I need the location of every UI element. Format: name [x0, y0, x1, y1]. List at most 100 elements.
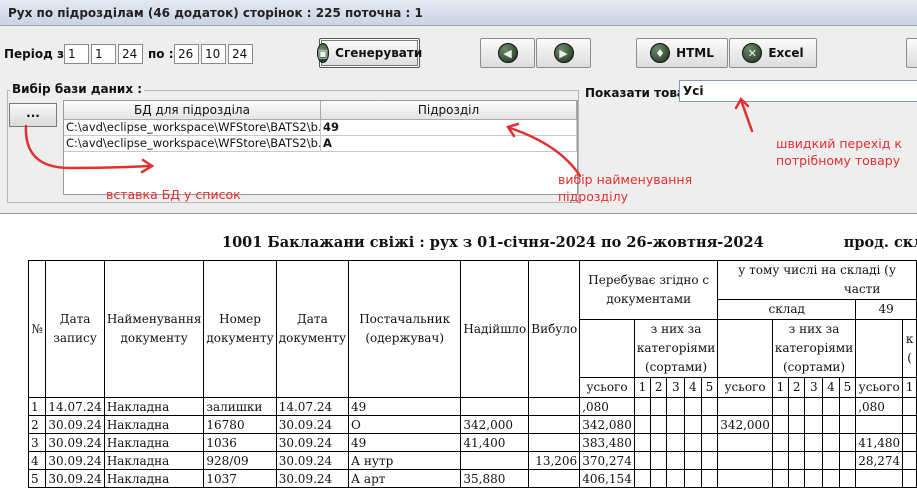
row-total: 370,274 — [579, 451, 635, 470]
report-table: № Дата запису Найменування документу Ном… — [27, 260, 917, 488]
db-table: БД для підрозділа Підрозділ C:\avd\eclip… — [63, 100, 578, 195]
row-d49-cat-1 — [902, 433, 917, 452]
header-parts-text: части — [843, 282, 881, 296]
row-out — [528, 397, 581, 416]
row-wh-cat-1 — [771, 451, 789, 470]
previous-page-button[interactable]: ◀ — [480, 38, 535, 68]
row-d49-total: 41,480 — [855, 433, 904, 452]
row-wh-total — [717, 469, 773, 488]
row-d49-cat-1 — [902, 397, 917, 416]
row-wh-cat-1 — [771, 397, 789, 416]
to-day-field[interactable]: 26 — [174, 44, 199, 64]
row-in — [460, 397, 530, 416]
product-filter-combo[interactable]: Усі — [679, 80, 917, 102]
annotation-select-name-line1: вибір найменування — [558, 172, 693, 187]
header-cat-4: 4 — [684, 377, 702, 398]
annotation-quick-jump-line2: потрібному товару — [776, 153, 901, 168]
row-supplier: О — [348, 415, 462, 434]
row-wh-total — [717, 397, 773, 416]
header-supplier: Постачальник (одержувач) — [348, 260, 462, 398]
row-supplier: 49 — [348, 397, 462, 416]
row-wh-total: 342,000 — [717, 415, 773, 434]
row-wh-cat-1 — [771, 415, 789, 434]
row-no: 5 — [27, 469, 47, 488]
header-by-docs: Перебуває згідно с документами — [579, 260, 719, 320]
row-total: ,080 — [579, 397, 635, 416]
db-row-2-dept[interactable]: А — [321, 136, 577, 152]
header-cat-2: 2 — [649, 377, 668, 398]
export-excel-label: Excel — [768, 46, 804, 60]
row-cat-1 — [633, 415, 651, 434]
to-month-field[interactable]: 10 — [201, 44, 226, 64]
row-doc-name: Накладна — [103, 433, 205, 452]
header-d49-total: усього — [855, 377, 904, 398]
row-supplier: А нутр — [348, 451, 462, 470]
header-d49-cat-open: ( — [907, 350, 912, 365]
header-total-blank — [579, 319, 635, 378]
row-cat-4 — [684, 433, 702, 452]
header-d49-cat-1: 1 — [902, 377, 917, 398]
row-wh-cat-2 — [787, 397, 806, 416]
from-month-field[interactable]: 1 — [91, 44, 116, 64]
row-wh-cat-2 — [787, 469, 806, 488]
row-date: 14.07.24 — [45, 397, 105, 416]
arrow-left-icon: ◀ — [497, 43, 518, 63]
row-wh-cat-5 — [838, 433, 857, 452]
header-doc-number: Номер документу — [203, 260, 277, 398]
arrow-to-combo — [739, 98, 754, 133]
row-cat-1 — [633, 451, 651, 470]
browse-db-button[interactable]: ... — [9, 103, 57, 127]
export-html-button[interactable]: ♦ HTML — [636, 38, 728, 68]
export-excel-button[interactable]: ✕ Excel — [729, 38, 817, 68]
header-wh-total: усього — [717, 377, 773, 398]
row-cat-5 — [700, 397, 719, 416]
row-d49-total: 28,274 — [855, 451, 904, 470]
row-doc-name: Накладна — [103, 451, 205, 470]
db-column-header-dept[interactable]: Підрозділ — [321, 101, 577, 120]
row-cat-1 — [633, 469, 651, 488]
header-of-which: у тому числі на складі (у части — [717, 260, 917, 300]
row-total: 342,080 — [579, 415, 635, 434]
row-wh-cat-5 — [838, 415, 857, 434]
report-rows: 1 14.07.24 Накладна залишки 14.07.24 49,080,0… — [27, 397, 917, 488]
period-label: Період з : — [4, 47, 73, 61]
db-row-2-path[interactable]: C:\avd\eclipse_workspace\WFStore\BATS2\b… — [64, 136, 321, 152]
table-row: 5 30.09.24 Накладна 1037 30.09.24 А арт 35,880… — [27, 469, 917, 488]
header-in: Надійшло — [460, 260, 530, 398]
header-wh-cat-2: 2 — [787, 377, 806, 398]
db-select-group-title: Вибір бази даних : — [10, 82, 145, 96]
from-year-field[interactable]: 24 — [118, 44, 143, 64]
row-cat-1 — [633, 433, 651, 452]
header-doc-name: Найменування документу — [103, 260, 205, 398]
db-row-1-dept[interactable]: 49 — [321, 120, 577, 136]
table-row: 1 14.07.24 Накладна залишки 14.07.24 49,080,0… — [27, 397, 917, 416]
row-d49-cat-1 — [902, 469, 917, 488]
from-day-field[interactable]: 1 — [64, 44, 89, 64]
row-doc-name: Накладна — [103, 469, 205, 488]
row-cat-4 — [684, 415, 702, 434]
db-column-header-path[interactable]: БД для підрозділа — [64, 101, 321, 120]
generate-icon: ▣ — [316, 43, 330, 63]
generate-button[interactable]: ▣ Сгенерувати — [316, 38, 422, 68]
report-title-suffix: прод. склад — [843, 234, 917, 251]
row-wh-total — [717, 451, 773, 470]
row-cat-3 — [666, 415, 686, 434]
row-wh-cat-4 — [822, 469, 840, 488]
row-wh-cat-3 — [804, 469, 824, 488]
to-year-field[interactable]: 24 — [228, 44, 253, 64]
row-cat-2 — [649, 415, 668, 434]
header-no: № — [27, 260, 47, 398]
row-wh-cat-4 — [822, 415, 840, 434]
header-warehouse: склад — [717, 299, 857, 320]
row-doc-number: 1037 — [203, 469, 277, 488]
header-wh-cat-1: 1 — [771, 377, 789, 398]
annotation-select-name-line2: підрозділу — [558, 189, 629, 204]
db-row-1-path[interactable]: C:\avd\eclipse_workspace\WFStore\BATS2\b… — [64, 120, 321, 136]
header-dept49: 49 — [855, 299, 917, 320]
extra-button[interactable] — [906, 38, 917, 68]
next-page-button[interactable]: ▶ — [536, 38, 591, 68]
row-wh-cat-5 — [838, 451, 857, 470]
row-in: 35,880 — [460, 469, 530, 488]
row-out — [528, 433, 581, 452]
row-cat-4 — [684, 451, 702, 470]
